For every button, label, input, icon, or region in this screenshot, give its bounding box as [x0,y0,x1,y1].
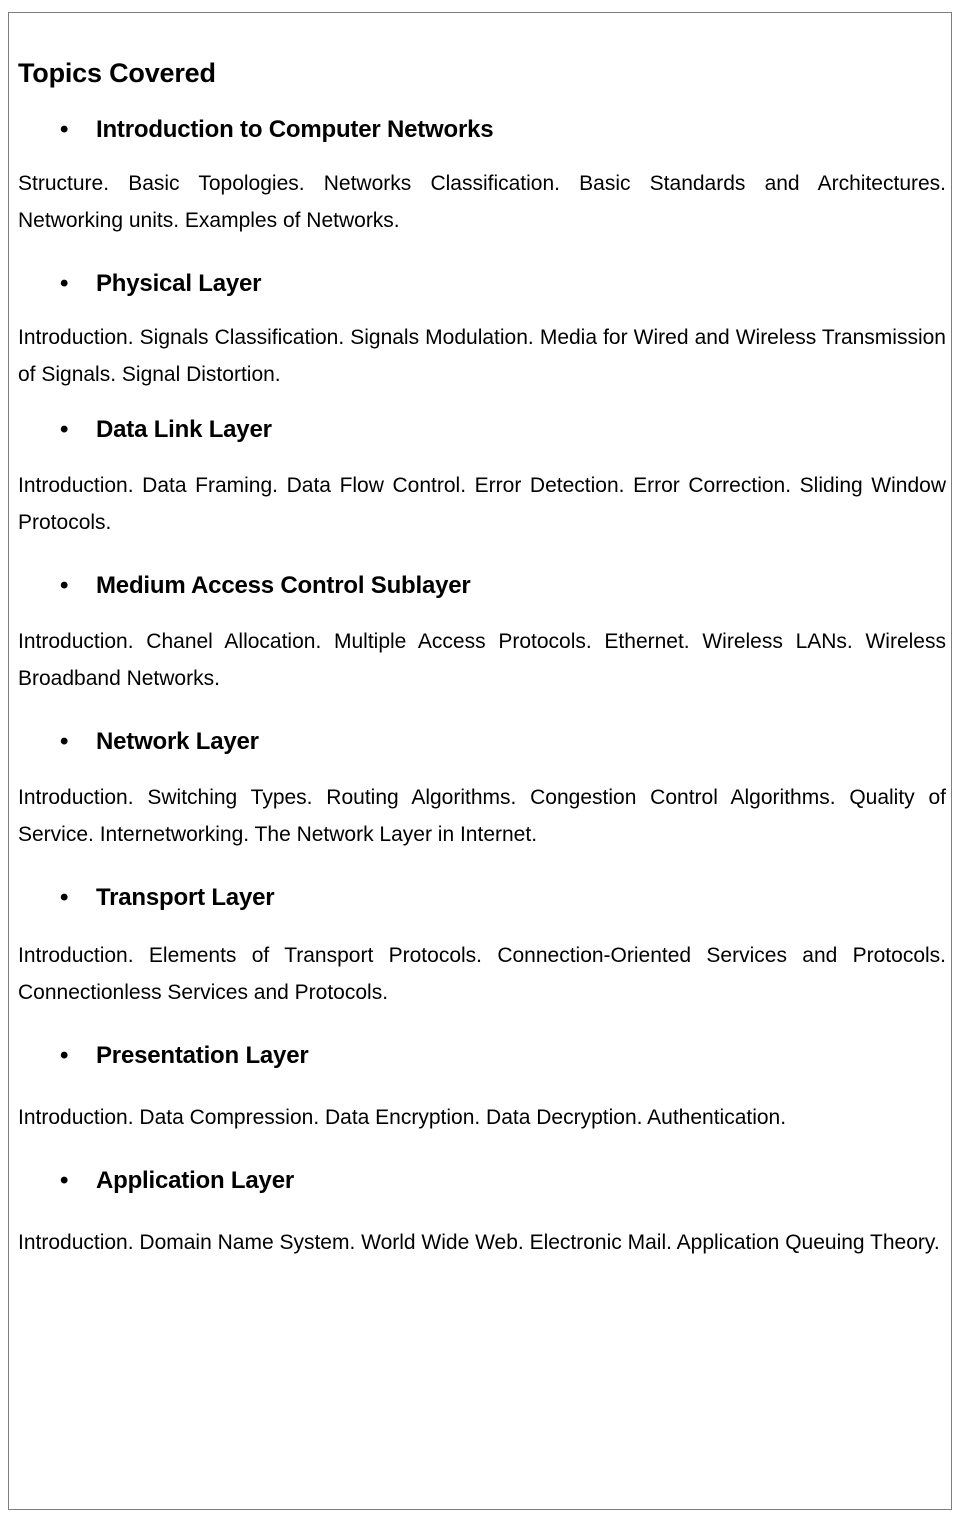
topic-body-text: Structure. Basic Topologies. Networks Cl… [18,172,946,232]
topic-section: • Data Link Layer Introduction. Data Fra… [18,415,946,541]
topic-body-text: Introduction. Chanel Allocation. Multipl… [18,630,946,690]
topic-heading-label: Network Layer [96,728,259,755]
document-page: Topics Covered • Introduction to Compute… [0,0,960,1521]
topic-heading-label: Transport Layer [96,884,275,911]
bullet-icon: • [60,1167,69,1194]
topic-heading-label: Data Link Layer [96,416,272,443]
bullet-icon: • [60,884,69,911]
bullet-icon: • [60,116,69,143]
topic-heading-label: Medium Access Control Sublayer [96,572,471,599]
topic-body-text: Introduction. Elements of Transport Prot… [18,944,946,1004]
topic-heading-network-layer: • Network Layer [18,727,946,757]
bullet-icon: • [60,1042,69,1069]
topic-heading-transport-layer: • Transport Layer [18,883,946,913]
topic-body-text: Introduction. Data Compression. Data Enc… [18,1106,787,1129]
topic-section: • Medium Access Control Sublayer Introdu… [18,571,946,697]
topic-section: • Physical Layer Introduction. Signals C… [18,269,946,393]
bullet-icon: • [60,728,69,755]
topic-heading-label: Introduction to Computer Networks [96,116,494,143]
topic-heading-physical-layer: • Physical Layer [18,269,946,299]
bullet-icon: • [60,572,69,599]
topic-heading-application-layer: • Application Layer [18,1166,946,1196]
topic-heading-introduction-to-computer-networks: • Introduction to Computer Networks [18,115,946,145]
topic-heading-label: Presentation Layer [96,1042,309,1069]
topic-heading-label: Application Layer [96,1167,294,1194]
topic-body-text: Introduction. Signals Classification. Si… [18,326,946,386]
topic-section: • Network Layer Introduction. Switching … [18,727,946,853]
topic-heading-presentation-layer: • Presentation Layer [18,1041,946,1071]
bullet-icon: • [60,270,69,297]
topic-section: • Transport Layer Introduction. Elements… [18,883,946,1011]
topic-section: • Introduction to Computer Networks Stru… [18,115,946,239]
topic-heading-data-link-layer: • Data Link Layer [18,415,946,445]
bullet-icon: • [60,416,69,443]
topic-body-text: Introduction. Data Framing. Data Flow Co… [18,474,946,534]
topic-section: • Application Layer Introduction. Domain… [18,1166,946,1261]
topic-heading-label: Physical Layer [96,270,262,297]
page-title: Topics Covered [18,58,216,88]
topic-body-text: Introduction. Domain Name System. World … [18,1231,940,1254]
topic-heading-medium-access-control-sublayer: • Medium Access Control Sublayer [18,571,946,601]
topic-body-text: Introduction. Switching Types. Routing A… [18,786,946,846]
topic-section: • Presentation Layer Introduction. Data … [18,1041,946,1136]
document-content: Topics Covered • Introduction to Compute… [18,12,946,1261]
